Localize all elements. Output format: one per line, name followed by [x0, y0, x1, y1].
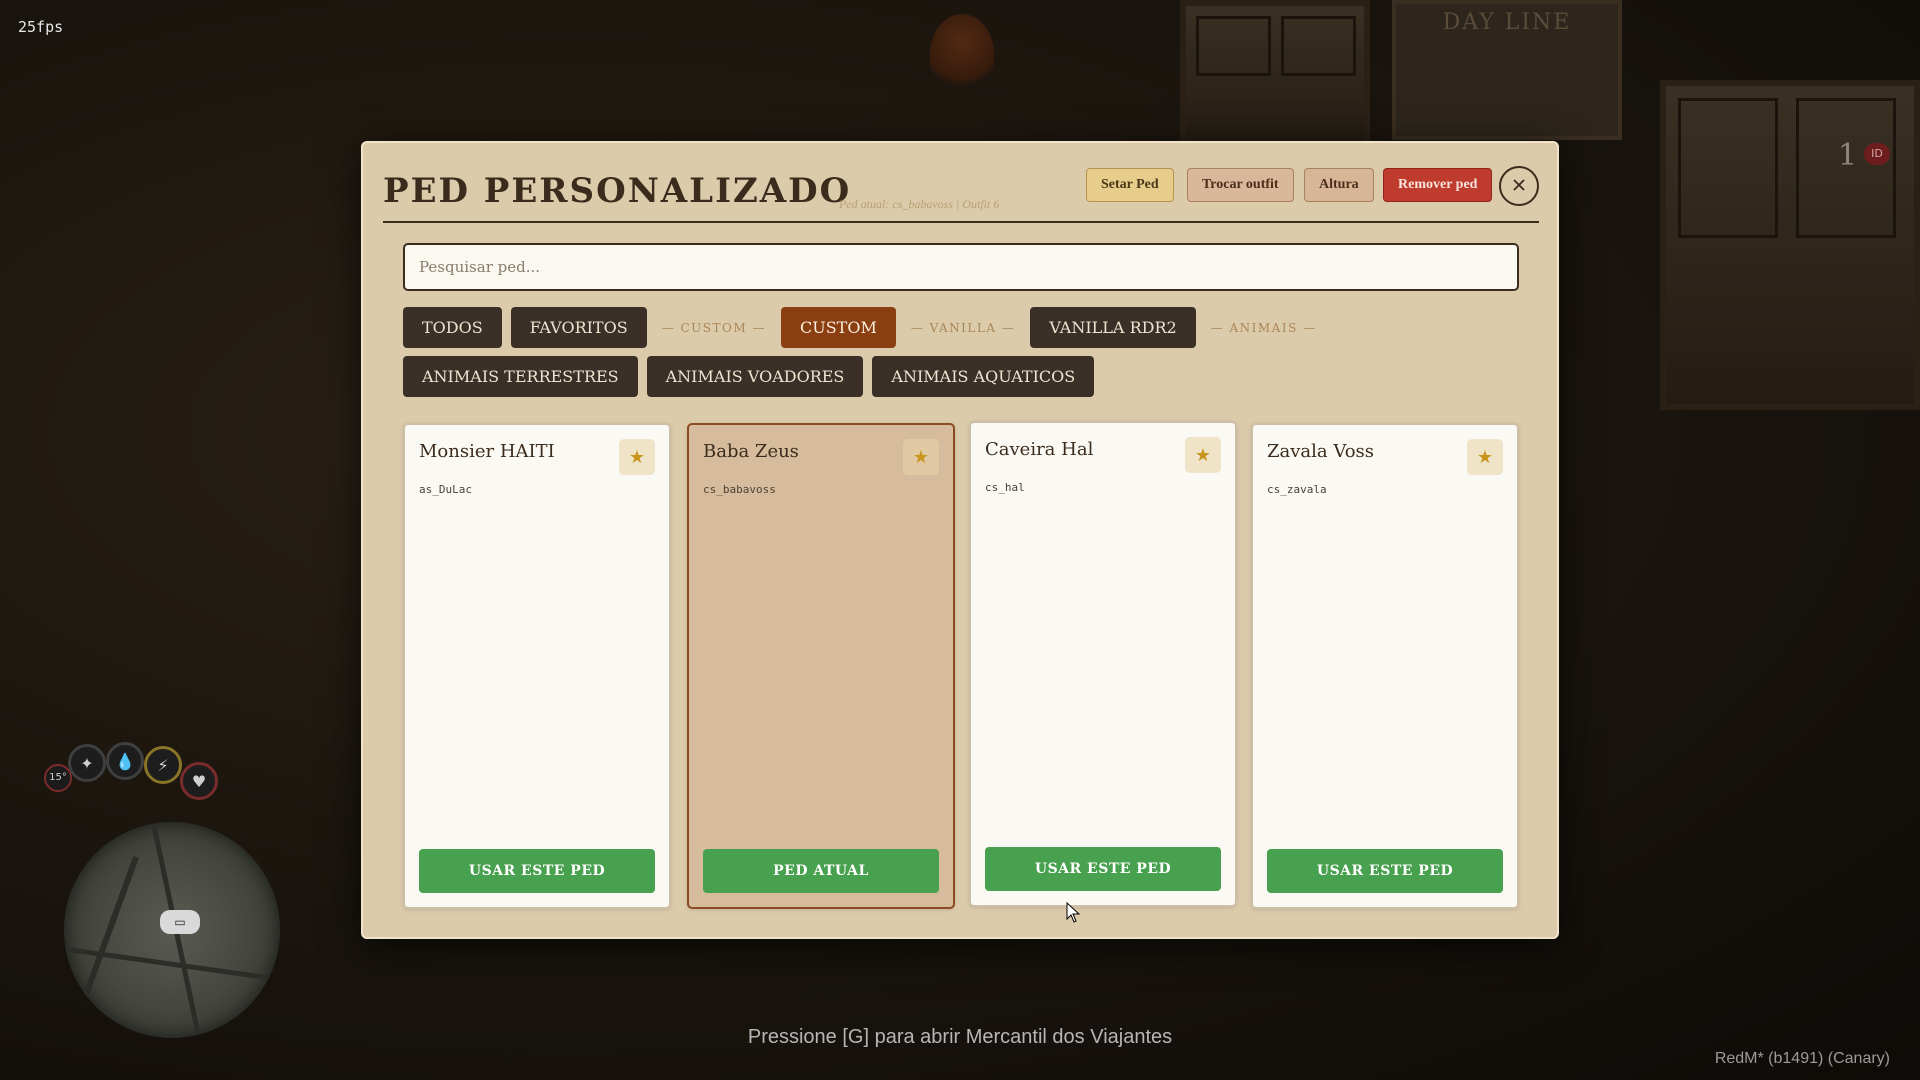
separator-custom: — CUSTOM — — [661, 320, 766, 335]
fps-counter: 25fps — [18, 18, 64, 36]
background-window-right — [1660, 80, 1920, 410]
background-sign: DAY LINE — [1392, 0, 1622, 140]
close-icon — [1513, 179, 1525, 191]
health-core-icon: ♥ — [180, 762, 218, 800]
favorite-star-icon[interactable]: ★ — [619, 439, 655, 475]
tab-animais-aquaticos[interactable]: ANIMAIS AQUATICOS — [872, 356, 1095, 397]
build-info: RedM* (b1491) (Canary) — [1714, 1050, 1890, 1067]
background-window — [1180, 0, 1370, 150]
interaction-prompt: Pressione [G] para abrir Mercantil dos V… — [747, 1026, 1173, 1048]
tab-vanilla-rdr2[interactable]: VANILLA RDR2 — [1030, 307, 1196, 348]
ped-card-current: Baba Zeus cs_babavoss ★ PED ATUAL — [687, 423, 955, 909]
ped-model-code: cs_hal — [985, 481, 1025, 494]
use-ped-button[interactable]: USAR ESTE PED — [985, 847, 1221, 891]
ped-modal: PED PERSONALIZADO Ped atual: cs_babavoss… — [361, 141, 1559, 939]
player-count: 1 — [1838, 138, 1858, 173]
cursor-icon — [1066, 902, 1081, 923]
server-logo — [930, 14, 994, 94]
ped-card: Zavala Voss cs_zavala ★ USAR ESTE PED — [1251, 423, 1519, 909]
favorite-star-icon[interactable]: ★ — [1185, 437, 1221, 473]
ped-name: Monsier HAITI — [419, 441, 555, 462]
favorite-star-icon[interactable]: ★ — [1467, 439, 1503, 475]
page-title: PED PERSONALIZADO — [383, 171, 852, 211]
ped-card: Monsier HAITI as_DuLac ★ USAR ESTE PED — [403, 423, 671, 909]
ped-model-code: as_DuLac — [419, 483, 472, 496]
favorite-star-icon[interactable]: ★ — [903, 439, 939, 475]
search-input[interactable] — [403, 243, 1519, 291]
water-core-icon: 💧 — [106, 742, 144, 780]
tab-favoritos[interactable]: FAVORITOS — [510, 307, 647, 348]
separator-animais: — ANIMAIS — — [1210, 320, 1317, 335]
tab-animais-voadores[interactable]: ANIMAIS VOADORES — [646, 356, 864, 397]
category-tabs: TODOS FAVORITOS — CUSTOM — CUSTOM — VANI… — [403, 307, 1323, 348]
ped-model-code: cs_zavala — [1267, 483, 1327, 496]
use-ped-button[interactable]: USAR ESTE PED — [1267, 849, 1503, 893]
current-ped-info: Ped atual: cs_babavoss | Outfit 6 — [839, 197, 1000, 211]
height-button[interactable]: Altura — [1304, 168, 1374, 202]
remove-ped-button[interactable]: Remover ped — [1383, 168, 1493, 202]
separator-vanilla: — VANILLA — — [910, 320, 1016, 335]
set-ped-button[interactable]: Setar Ped — [1086, 168, 1174, 202]
player-vehicle-icon: ▭ — [160, 910, 200, 934]
close-button[interactable] — [1499, 166, 1539, 206]
current-ped-button[interactable]: PED ATUAL — [703, 849, 939, 893]
use-ped-button[interactable]: USAR ESTE PED — [419, 849, 655, 893]
tab-animais-terrestres[interactable]: ANIMAIS TERRESTRES — [403, 356, 638, 397]
player-id-badge: ID — [1864, 143, 1890, 165]
ped-model-code: cs_babavoss — [703, 483, 776, 496]
energy-core-icon: ⚡ — [144, 746, 182, 784]
tab-custom[interactable]: CUSTOM — [780, 307, 896, 348]
ped-name: Zavala Voss — [1267, 441, 1375, 462]
ped-name: Caveira Hal — [985, 439, 1094, 460]
tab-todos[interactable]: TODOS — [403, 307, 502, 348]
change-outfit-button[interactable]: Trocar outfit — [1187, 168, 1294, 202]
animal-tabs: ANIMAIS TERRESTRES ANIMAIS VOADORES ANIM… — [403, 356, 1095, 397]
ped-card: Caveira Hal cs_hal ★ USAR ESTE PED — [969, 421, 1237, 907]
ped-name: Baba Zeus — [703, 441, 799, 462]
stamina-core-icon: ✦ — [68, 744, 106, 782]
